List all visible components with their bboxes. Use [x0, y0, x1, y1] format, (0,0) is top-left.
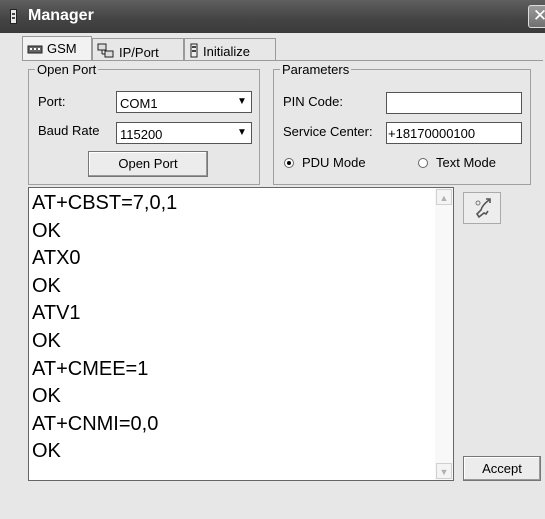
- phone-hook-icon: [475, 198, 491, 219]
- console-line: AT+CNMI=0,0: [32, 412, 159, 435]
- console-line: OK: [32, 329, 61, 352]
- console-output[interactable]: AT+CBST=7,0,1 OK ATX0 OK ATV1 OK AT+CMEE…: [28, 187, 454, 481]
- pdu-mode-radio[interactable]: PDU Mode: [284, 155, 366, 170]
- modem-icon: [27, 43, 43, 58]
- phone-hook-button[interactable]: [463, 192, 501, 224]
- pin-code-label: PIN Code:: [283, 94, 343, 109]
- baud-rate-select[interactable]: 115200 ▼: [116, 122, 252, 144]
- port-label: Port:: [38, 94, 66, 109]
- title-bar[interactable]: Manager ✕: [0, 0, 545, 33]
- pin-code-input[interactable]: [386, 92, 522, 114]
- pdu-mode-label: PDU Mode: [302, 155, 366, 170]
- open-port-legend: Open Port: [37, 62, 97, 77]
- console-line: AT+CBST=7,0,1: [32, 192, 178, 214]
- manager-window: Manager ✕ GSM IP/Port Initialize Open Po…: [0, 0, 545, 519]
- tab-ip-port-label: IP/Port: [119, 45, 159, 60]
- baud-rate-label: Baud Rate: [38, 123, 100, 138]
- chevron-down-icon[interactable]: ▼: [233, 123, 251, 143]
- service-center-label: Service Center:: [283, 124, 373, 139]
- console-line: ATX0: [32, 247, 81, 270]
- chevron-down-icon[interactable]: ▼: [233, 92, 251, 112]
- port-select[interactable]: COM1 ▼: [116, 91, 252, 113]
- text-mode-label: Text Mode: [436, 155, 496, 170]
- console-line: OK: [32, 219, 61, 242]
- tab-ip-port[interactable]: IP/Port: [92, 38, 184, 61]
- accept-button[interactable]: Accept: [463, 456, 541, 481]
- console-line: AT+CMEE=1: [32, 357, 149, 380]
- service-center-input[interactable]: +18170000100: [386, 122, 522, 144]
- scroll-down-icon[interactable]: ▼: [436, 463, 452, 479]
- port-value: COM1: [120, 96, 158, 111]
- text-mode-radio[interactable]: Text Mode: [418, 155, 496, 170]
- console-line: OK: [32, 274, 61, 297]
- console-line: OK: [32, 385, 61, 408]
- console-lines: AT+CBST=7,0,1 OK ATX0 OK ATV1 OK AT+CMEE…: [32, 189, 432, 465]
- baud-rate-value: 115200: [120, 127, 163, 142]
- close-button[interactable]: ✕: [528, 5, 545, 28]
- vertical-scrollbar[interactable]: ▲ ▼: [435, 188, 453, 480]
- parameters-legend: Parameters: [282, 62, 350, 77]
- radio-unselected-icon[interactable]: [418, 158, 428, 168]
- app-icon: [10, 9, 17, 24]
- console-line: ATV1: [32, 302, 81, 325]
- device-icon: [189, 43, 199, 61]
- tab-initialize-label: Initialize: [203, 44, 250, 59]
- tab-gsm-label: GSM: [47, 41, 77, 56]
- radio-selected-icon[interactable]: [284, 158, 294, 168]
- scroll-up-icon[interactable]: ▲: [436, 189, 452, 205]
- console-line: OK: [32, 440, 61, 463]
- tab-gsm[interactable]: GSM: [22, 36, 92, 61]
- open-port-button[interactable]: Open Port: [88, 151, 208, 177]
- tab-initialize[interactable]: Initialize: [184, 38, 276, 61]
- window-title: Manager: [28, 7, 94, 24]
